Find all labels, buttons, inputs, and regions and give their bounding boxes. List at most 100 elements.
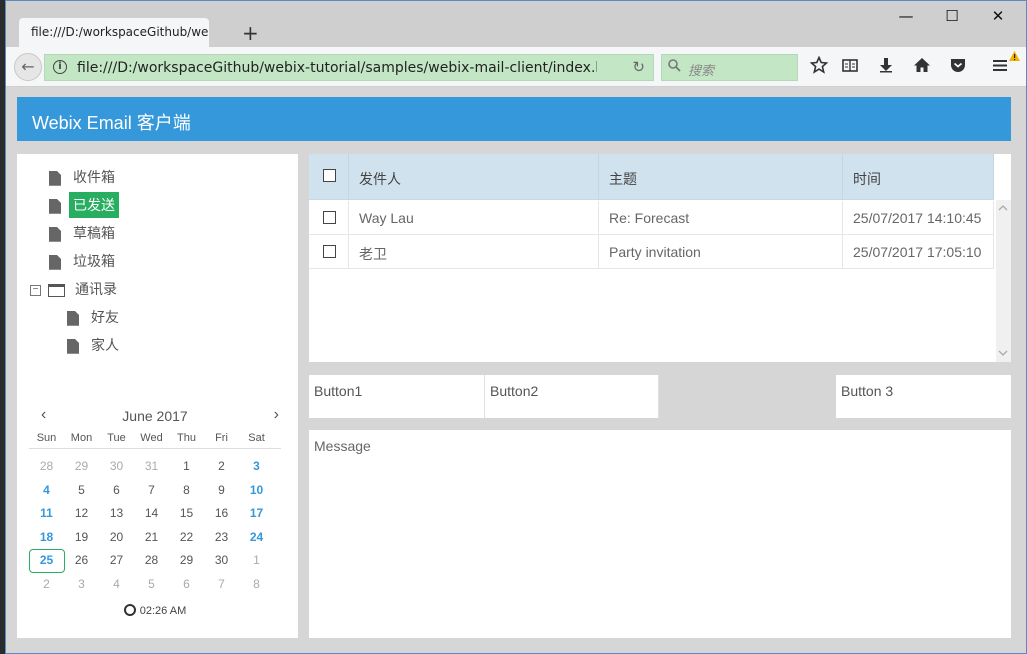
calendar-day[interactable]: 30: [99, 455, 134, 479]
tree-item-inbox[interactable]: 收件箱: [49, 164, 119, 190]
calendar-day[interactable]: 6: [99, 479, 134, 503]
calendar-day[interactable]: 25: [29, 549, 65, 573]
message-panel[interactable]: Message: [309, 430, 1011, 638]
calendar-day[interactable]: 29: [169, 549, 204, 573]
calendar-day[interactable]: 10: [239, 479, 274, 503]
table-row[interactable]: Way Lau Re: Forecast 25/07/2017 14:10:45: [309, 201, 994, 235]
row-checkbox[interactable]: [323, 245, 336, 258]
minimize-button[interactable]: —: [896, 7, 916, 25]
calendar-time[interactable]: 02:26 AM: [29, 604, 281, 617]
column-header-subject[interactable]: 主题: [599, 154, 843, 199]
calendar-day[interactable]: 30: [204, 549, 239, 573]
new-tab-button[interactable]: +: [242, 21, 259, 45]
calendar-day[interactable]: 13: [99, 502, 134, 526]
calendar-day[interactable]: 28: [134, 549, 169, 573]
row-select: [309, 235, 349, 269]
calendar-day[interactable]: 12: [64, 502, 99, 526]
close-window-button[interactable]: ✕: [988, 7, 1008, 25]
column-header-date[interactable]: 时间: [843, 154, 994, 199]
grid-scrollbar[interactable]: [996, 200, 1011, 362]
pocket-icon[interactable]: [948, 56, 968, 76]
tree-item-label: 草稿箱: [73, 225, 115, 241]
calendar-week: 18 19 20 21 22 23 24: [29, 526, 281, 550]
star-icon[interactable]: [809, 55, 829, 76]
calendar-day[interactable]: 28: [29, 455, 64, 479]
back-button[interactable]: ←: [14, 53, 42, 81]
tree-item-sent[interactable]: 已发送: [49, 192, 119, 218]
calendar-day[interactable]: 4: [29, 479, 64, 503]
row-select: [309, 201, 349, 235]
scroll-down-icon[interactable]: [998, 350, 1008, 360]
maximize-button[interactable]: ☐: [942, 7, 962, 25]
calendar-day[interactable]: 21: [134, 526, 169, 550]
calendar-day[interactable]: 16: [204, 502, 239, 526]
calendar-day[interactable]: 20: [99, 526, 134, 550]
column-header-from[interactable]: 发件人: [349, 154, 599, 199]
calendar-day[interactable]: 6: [169, 573, 204, 597]
calendar-day[interactable]: 1: [169, 455, 204, 479]
calendar-day[interactable]: 14: [134, 502, 169, 526]
button3[interactable]: Button 3: [836, 375, 1011, 418]
info-icon[interactable]: i: [53, 60, 67, 74]
calendar-day[interactable]: 7: [134, 479, 169, 503]
chevron-right-icon[interactable]: ›: [274, 406, 279, 424]
download-icon[interactable]: [876, 56, 896, 76]
table-row[interactable]: 老卫 Party invitation 25/07/2017 17:05:10: [309, 235, 994, 269]
header-select-all: [309, 154, 349, 199]
calendar-day[interactable]: 26: [64, 549, 99, 573]
calendar-day[interactable]: 1: [239, 549, 274, 573]
select-all-checkbox[interactable]: [323, 169, 336, 182]
menu-icon[interactable]: [990, 56, 1010, 76]
button2[interactable]: Button2: [485, 375, 659, 418]
tree-item-trash[interactable]: 垃圾箱: [49, 248, 119, 274]
calendar-day[interactable]: 31: [134, 455, 169, 479]
calendar-day[interactable]: 15: [169, 502, 204, 526]
button1[interactable]: Button1: [309, 375, 485, 418]
calendar-day[interactable]: 8: [239, 573, 274, 597]
calendar-day[interactable]: 3: [64, 573, 99, 597]
browser-tab[interactable]: file:///D:/workspaceGithub/webix-tutoria…: [19, 18, 209, 48]
calendar-day[interactable]: 5: [64, 479, 99, 503]
calendar-day[interactable]: 17: [239, 502, 274, 526]
calendar-day[interactable]: 23: [204, 526, 239, 550]
row-checkbox[interactable]: [323, 211, 336, 224]
tree-item-drafts[interactable]: 草稿箱: [49, 220, 119, 246]
collapse-toggle-icon[interactable]: −: [30, 284, 41, 296]
tree-item-friends[interactable]: 好友: [67, 304, 123, 330]
calendar-day[interactable]: 7: [204, 573, 239, 597]
calendar-day[interactable]: 22: [169, 526, 204, 550]
calendar-day[interactable]: 3: [239, 455, 274, 479]
calendar-day[interactable]: 4: [99, 573, 134, 597]
calendar-day[interactable]: 29: [64, 455, 99, 479]
calendar-day[interactable]: 18: [29, 526, 64, 550]
calendar-day[interactable]: 2: [29, 573, 64, 597]
search-input[interactable]: 搜索: [661, 54, 798, 81]
home-icon[interactable]: [912, 56, 932, 76]
url-text[interactable]: file:///D:/workspaceGithub/webix-tutoria…: [77, 60, 597, 76]
tree-item-label: 垃圾箱: [73, 253, 115, 269]
calendar-month[interactable]: June 2017: [122, 408, 187, 424]
tree-item-label: 家人: [91, 337, 119, 353]
calendar-day[interactable]: 24: [239, 526, 274, 550]
cell-from: Way Lau: [349, 201, 599, 235]
calendar-day[interactable]: 5: [134, 573, 169, 597]
calendar-day[interactable]: 9: [204, 479, 239, 503]
reading-list-icon[interactable]: [840, 56, 860, 76]
url-bar[interactable]: i file:///D:/workspaceGithub/webix-tutor…: [44, 54, 654, 81]
calendar-day[interactable]: 11: [29, 502, 64, 526]
tree-item-contacts[interactable]: − 通讯录: [30, 276, 121, 302]
reload-icon[interactable]: ↻: [632, 58, 645, 76]
file-icon: [49, 254, 61, 270]
chevron-left-icon[interactable]: ‹: [41, 406, 46, 424]
calendar-week: 2345678: [29, 573, 281, 597]
tree-item-family[interactable]: 家人: [67, 332, 123, 358]
calendar-day[interactable]: 27: [99, 549, 134, 573]
column-label: 发件人: [359, 171, 401, 187]
calendar-day[interactable]: 8: [169, 479, 204, 503]
calendar-day[interactable]: 19: [64, 526, 99, 550]
scroll-up-icon[interactable]: [998, 204, 1008, 214]
clock-icon: [123, 604, 136, 616]
calendar-day[interactable]: 2: [204, 455, 239, 479]
column-label: 主题: [609, 171, 637, 187]
app-title: Webix Email 客户端: [32, 113, 191, 133]
